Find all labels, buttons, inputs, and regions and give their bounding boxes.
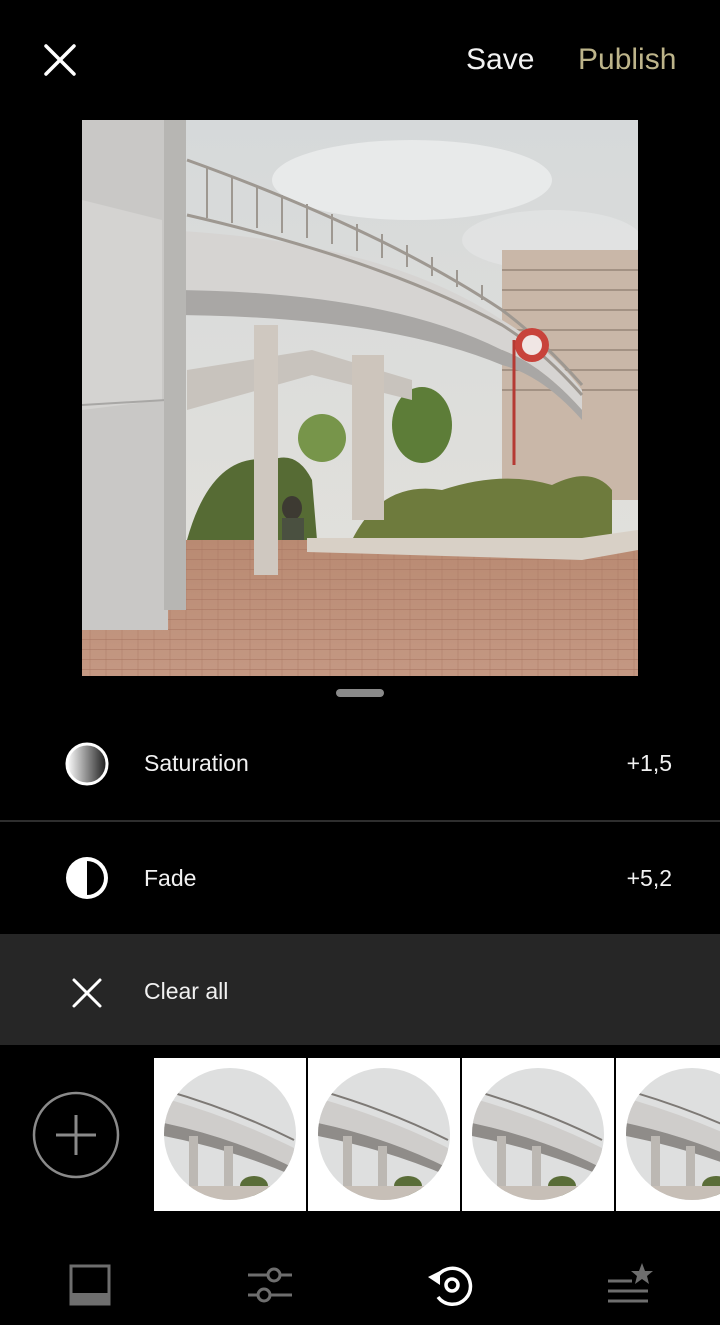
adjustment-label: Saturation	[144, 750, 249, 776]
close-button[interactable]	[40, 40, 80, 80]
photo-image	[82, 120, 638, 676]
thumbnail-image	[626, 1068, 720, 1200]
tab-recipes[interactable]	[602, 1257, 658, 1313]
saturation-icon	[65, 742, 109, 786]
top-bar: Save Publish	[0, 0, 720, 120]
history-rotate-icon	[428, 1266, 473, 1307]
clear-all-button[interactable]: Clear all	[0, 934, 720, 1045]
presets-strip	[0, 1058, 720, 1213]
adjustment-row-saturation[interactable]: Saturation +1,5	[0, 710, 720, 820]
thumbnail-image	[164, 1068, 296, 1200]
sliders-icon	[248, 1267, 292, 1303]
thumbnail-image	[472, 1068, 604, 1200]
save-button[interactable]: Save	[466, 40, 534, 80]
add-preset-button[interactable]	[32, 1091, 120, 1179]
adjustment-value: +5,2	[626, 865, 672, 891]
preset-thumbnail[interactable]	[308, 1058, 460, 1211]
tab-history[interactable]	[424, 1257, 480, 1313]
preset-thumbnail[interactable]	[154, 1058, 306, 1211]
publish-button[interactable]: Publish	[578, 40, 676, 80]
adjustment-value: +1,5	[626, 750, 672, 776]
clear-all-label: Clear all	[144, 978, 229, 1004]
preset-thumbnail[interactable]	[616, 1058, 720, 1211]
panel-drag-handle[interactable]	[336, 689, 384, 697]
preset-thumbnail[interactable]	[462, 1058, 614, 1211]
thumbnail-image	[318, 1068, 450, 1200]
plus-circle-icon	[32, 1091, 120, 1179]
tab-presets[interactable]	[62, 1257, 118, 1313]
photo-preview[interactable]	[82, 120, 638, 676]
fade-icon	[66, 857, 108, 899]
recipes-star-list-icon	[608, 1263, 653, 1303]
presets-square-icon	[69, 1264, 111, 1306]
bottom-tab-bar	[0, 1245, 720, 1325]
tab-tools[interactable]	[242, 1257, 298, 1313]
close-icon	[44, 44, 76, 76]
close-icon	[72, 978, 102, 1008]
adjustment-label: Fade	[144, 865, 197, 891]
adjustment-row-fade[interactable]: Fade +5,2	[0, 822, 720, 932]
